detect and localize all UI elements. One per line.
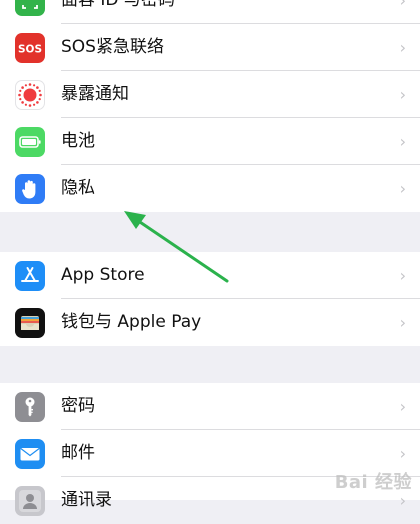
- face-id-icon: [15, 0, 45, 16]
- settings-row-label: 钱包与 Apple Pay: [61, 312, 202, 332]
- settings-row-label: 邮件: [61, 443, 95, 463]
- settings-row-privacy[interactable]: 隐私 ›: [0, 165, 420, 212]
- chevron-right-icon: ›: [399, 397, 406, 416]
- settings-row-label: 隐私: [61, 178, 95, 198]
- chevron-right-icon: ›: [399, 266, 406, 285]
- chevron-right-icon: ›: [399, 0, 406, 10]
- settings-row-label: 密码: [61, 396, 95, 416]
- privacy-hand-icon: [15, 174, 45, 204]
- settings-row-label: SOS紧急联络: [61, 37, 164, 57]
- settings-row-passwords[interactable]: 密码 ›: [0, 383, 420, 430]
- chevron-right-icon: ›: [399, 85, 406, 104]
- chevron-right-icon: ›: [399, 38, 406, 57]
- settings-row-label: 暴露通知: [61, 84, 129, 104]
- mail-icon: [15, 439, 45, 469]
- settings-group-2: App Store › 钱包与 Apple Pay ›: [0, 252, 420, 346]
- settings-row-exposure-notification[interactable]: 暴露通知 ›: [0, 71, 420, 118]
- settings-row-app-store[interactable]: App Store ›: [0, 252, 420, 299]
- settings-row-battery[interactable]: 电池 ›: [0, 118, 420, 165]
- key-icon: [15, 392, 45, 422]
- chevron-right-icon: ›: [399, 132, 406, 151]
- battery-icon: [15, 127, 45, 157]
- app-store-icon: [15, 261, 45, 291]
- wallet-icon: [15, 308, 45, 338]
- settings-row-face-id[interactable]: 面容 ID 与密码 ›: [0, 0, 420, 24]
- settings-row-label: 通讯录: [61, 490, 112, 510]
- exposure-notification-icon: [15, 80, 45, 110]
- settings-group-1: 面容 ID 与密码 › SOS SOS紧急联络 › 暴露通知 › 电池 › 隐私…: [0, 0, 420, 212]
- chevron-right-icon: ›: [399, 179, 406, 198]
- watermark-logo: Bai 经验: [334, 472, 412, 493]
- svg-text:SOS: SOS: [18, 44, 42, 56]
- settings-row-wallet[interactable]: 钱包与 Apple Pay ›: [0, 299, 420, 346]
- settings-row-label: 电池: [61, 131, 95, 151]
- settings-row-label: App Store: [61, 265, 145, 285]
- settings-row-sos[interactable]: SOS SOS紧急联络 ›: [0, 24, 420, 71]
- chevron-right-icon: ›: [399, 313, 406, 332]
- sos-icon: SOS: [15, 33, 45, 63]
- settings-row-label: 面容 ID 与密码: [61, 0, 175, 10]
- contacts-icon: [15, 486, 45, 516]
